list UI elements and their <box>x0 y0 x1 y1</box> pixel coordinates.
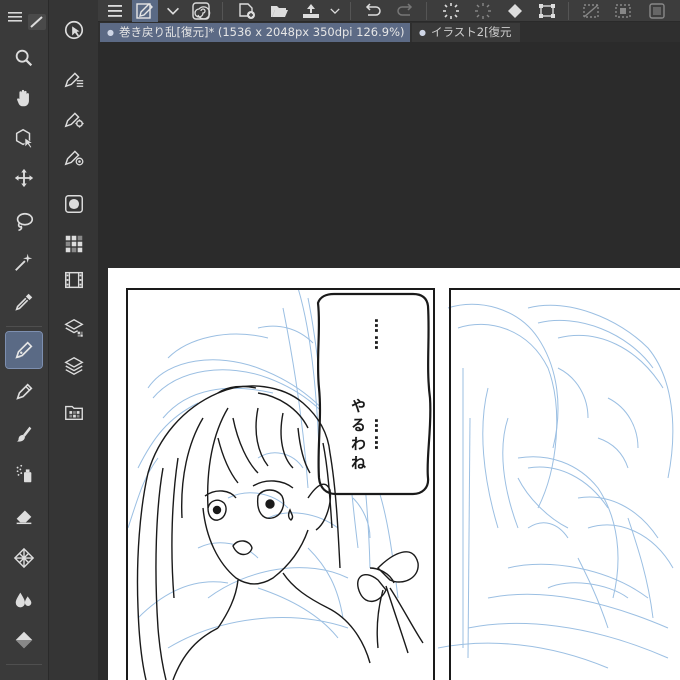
toolbar-header <box>0 0 48 34</box>
layer-property-icon[interactable] <box>60 314 88 342</box>
magic-wand-icon[interactable] <box>6 244 42 280</box>
selection-layer-icon[interactable] <box>644 0 670 22</box>
command-divider <box>426 2 427 20</box>
save-icon[interactable] <box>298 0 324 22</box>
deselect-icon[interactable] <box>578 0 604 22</box>
loading-icon[interactable] <box>438 0 464 22</box>
swirl-icon[interactable] <box>188 0 214 22</box>
pen-icon[interactable] <box>5 331 43 369</box>
command-bar <box>98 0 680 22</box>
tab-label: 巻き戻り乱[復元]* (1536 x 2048px 350dpi 126.9%) <box>118 25 405 39</box>
animation-timeline-icon[interactable] <box>60 266 88 294</box>
toolbar-divider <box>6 664 42 665</box>
material-folder-icon[interactable] <box>60 398 88 426</box>
undo-icon[interactable] <box>360 0 386 22</box>
brush-icon[interactable] <box>6 416 42 452</box>
command-divider <box>222 2 223 20</box>
sub-tool-pen-list-icon[interactable] <box>60 64 88 92</box>
command-divider <box>568 2 569 20</box>
move-icon[interactable] <box>6 160 42 196</box>
blend-icon[interactable] <box>6 540 42 576</box>
bubble-text: やるわね <box>349 398 367 474</box>
tab-label: イラスト2[復元 <box>430 25 512 39</box>
tab-document-inactive[interactable]: ● イラスト2[復元 <box>412 23 520 42</box>
chevron-down-icon[interactable] <box>328 0 342 22</box>
airbrush-icon[interactable] <box>6 456 42 492</box>
gradient-icon[interactable] <box>6 622 42 658</box>
color-circle-icon[interactable] <box>60 190 88 218</box>
open-folder-icon[interactable] <box>266 0 292 22</box>
pencil-icon[interactable] <box>6 374 42 410</box>
brush-size-icon[interactable] <box>28 14 46 30</box>
sub-tool-palette <box>48 0 98 680</box>
color-set-icon[interactable] <box>60 230 88 258</box>
tab-document-active[interactable]: ● 巻き戻り乱[復元]* (1536 x 2048px 350dpi 126.9%… <box>100 23 410 42</box>
pen-layer-icon[interactable] <box>132 0 158 22</box>
sub-tool-target-icon[interactable] <box>60 142 88 170</box>
eraser-icon[interactable] <box>6 498 42 534</box>
crop-icon[interactable] <box>534 0 560 22</box>
tool-palette <box>0 0 48 680</box>
zoom-icon[interactable] <box>6 40 42 76</box>
eyedropper-icon[interactable] <box>6 284 42 320</box>
new-file-icon[interactable] <box>234 0 260 22</box>
fill-icon[interactable] <box>502 0 528 22</box>
clip-studio-window: ● 巻き戻り乱[復元]* (1536 x 2048px 350dpi 126.9%… <box>0 0 680 680</box>
sub-tool-settings-icon[interactable] <box>60 104 88 132</box>
lasso-icon[interactable] <box>6 204 42 240</box>
toolbar-divider <box>6 326 42 327</box>
fill-icon[interactable] <box>6 582 42 618</box>
tab-status-dot: ● <box>419 28 426 37</box>
invert-selection-icon[interactable] <box>610 0 636 22</box>
menu-icon[interactable] <box>102 0 128 22</box>
chevron-down-icon[interactable] <box>164 0 182 22</box>
tab-status-dot: ● <box>107 28 114 37</box>
bubble-dots-bottom: …… <box>371 418 389 452</box>
menu-icon[interactable] <box>8 10 22 24</box>
document-tabs: ● 巻き戻り乱[復元]* (1536 x 2048px 350dpi 126.9%… <box>98 22 680 42</box>
transform-icon[interactable] <box>470 0 496 22</box>
layers-icon[interactable] <box>60 352 88 380</box>
bubble-dots-top: …… <box>371 318 389 352</box>
tool-property-icon[interactable] <box>60 16 88 44</box>
manga-artwork: …… やるわね …… <box>126 287 680 680</box>
redo-icon[interactable] <box>392 0 418 22</box>
hand-icon[interactable] <box>6 80 42 116</box>
canvas-paper[interactable]: …… やるわね …… <box>108 268 680 680</box>
object-select-icon[interactable] <box>6 120 42 156</box>
command-divider <box>350 2 351 20</box>
